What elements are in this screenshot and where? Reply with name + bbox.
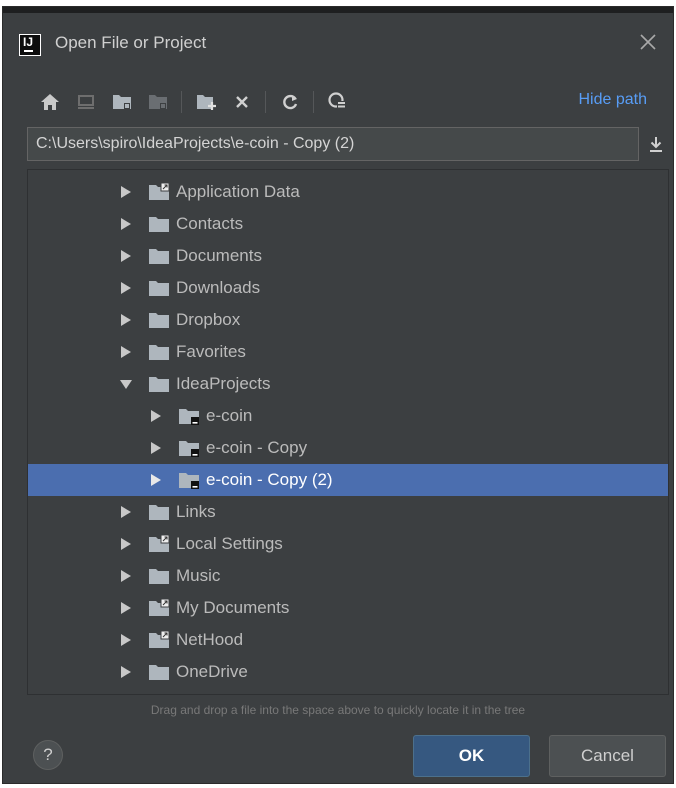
- dialog-title: Open File or Project: [55, 33, 207, 52]
- project-directory-button[interactable]: [109, 89, 135, 115]
- show-hidden-icon: [328, 92, 346, 110]
- chevron-right-icon[interactable]: [120, 570, 132, 582]
- tree-item-label: Local Settings: [176, 534, 283, 553]
- toolbar-separator: [181, 91, 182, 113]
- project-folder-icon: [179, 441, 199, 457]
- help-button[interactable]: ?: [33, 740, 63, 770]
- toolbar-separator: [313, 91, 314, 113]
- tree-row[interactable]: Documents: [28, 240, 668, 272]
- tree-row[interactable]: e-coin - Copy: [28, 432, 668, 464]
- chevron-right-icon[interactable]: [120, 282, 132, 294]
- tree-item-label: e-coin - Copy (2): [206, 470, 333, 489]
- tree-item-label: e-coin - Copy: [206, 438, 308, 457]
- chevron-right-icon[interactable]: [120, 250, 132, 262]
- tree-row[interactable]: Links: [28, 496, 668, 528]
- project-folder-icon: [179, 409, 199, 425]
- tree-item-label: Downloads: [176, 278, 261, 297]
- tree-item-label: NetHood: [176, 630, 244, 649]
- chevron-right-icon[interactable]: [150, 410, 162, 422]
- chevron-right-icon[interactable]: [120, 314, 132, 326]
- close-icon: [640, 34, 656, 50]
- new-folder-button[interactable]: [193, 89, 219, 115]
- tree-row[interactable]: Dropbox: [28, 304, 668, 336]
- delete-button[interactable]: [229, 89, 255, 115]
- delete-icon: [236, 96, 248, 108]
- folder-icon: [149, 665, 169, 680]
- chevron-right-icon[interactable]: [120, 186, 132, 198]
- folder-icon: [149, 377, 169, 392]
- chevron-right-icon[interactable]: [120, 602, 132, 614]
- cancel-button[interactable]: Cancel: [549, 735, 666, 777]
- chevron-right-icon[interactable]: [150, 474, 162, 486]
- tree-item-label: Contacts: [176, 214, 244, 233]
- chevron-right-icon[interactable]: [120, 538, 132, 550]
- tree-item-label: e-coin: [206, 406, 253, 425]
- folder-icon: [149, 505, 169, 520]
- chevron-right-icon[interactable]: [150, 442, 162, 454]
- tree-row[interactable]: Downloads: [28, 272, 668, 304]
- tree-item-label: Links: [176, 502, 216, 521]
- tree-item-label: Music: [176, 566, 221, 585]
- desktop-button[interactable]: [73, 89, 99, 115]
- hide-path-link[interactable]: Hide path: [579, 91, 648, 109]
- tree-item-label: IdeaProjects: [176, 374, 271, 393]
- tree-row[interactable]: e-coin: [28, 400, 668, 432]
- folder-icon: [149, 249, 169, 264]
- folder-icon: [149, 345, 169, 360]
- title-bar: IJ Open File or Project: [3, 13, 673, 65]
- home-icon: [41, 94, 59, 110]
- shortcut-folder-icon: [149, 535, 170, 552]
- tree-row[interactable]: IdeaProjects: [28, 368, 668, 400]
- refresh-icon: [283, 94, 298, 110]
- tree-item-label: Favorites: [176, 342, 246, 361]
- project-folder-icon: [113, 95, 131, 109]
- tree-row[interactable]: Local Settings: [28, 528, 668, 560]
- tree-hint: Drag and drop a file into the space abov…: [150, 703, 526, 717]
- file-tree[interactable]: OneDrive NetHood My Documents Music Local Se…: [27, 169, 669, 695]
- tree-item-label: Application Data: [176, 182, 300, 201]
- folder-icon: [149, 569, 169, 584]
- shortcut-folder-icon: [149, 183, 170, 200]
- tree-row[interactable]: e-coin - Copy (2): [28, 464, 668, 496]
- chevron-down-icon[interactable]: [120, 378, 132, 390]
- shortcut-folder-icon: [149, 599, 170, 616]
- tree-row[interactable]: Application Data: [28, 176, 668, 208]
- open-file-dialog: IJ Open File or Project Hide path C:\Use…: [2, 6, 674, 784]
- chevron-right-icon[interactable]: [120, 634, 132, 646]
- chevron-right-icon[interactable]: [120, 506, 132, 518]
- chevron-right-icon[interactable]: [120, 666, 132, 678]
- download-icon: [650, 137, 662, 152]
- toolbar: Hide path: [33, 85, 653, 119]
- download-button[interactable]: [643, 131, 669, 157]
- chevron-right-icon[interactable]: [120, 218, 132, 230]
- folder-icon: [149, 281, 169, 296]
- folder-icon: [149, 313, 169, 328]
- tree-item-label: Documents: [176, 246, 262, 265]
- close-button[interactable]: [637, 31, 659, 53]
- new-folder-icon: [197, 95, 216, 110]
- tree-row[interactable]: NetHood: [28, 624, 668, 656]
- tree-row[interactable]: Contacts: [28, 208, 668, 240]
- tree-row[interactable]: Music: [28, 560, 668, 592]
- shortcut-folder-icon: [149, 631, 170, 648]
- show-hidden-files-button[interactable]: [325, 89, 351, 115]
- tree-row[interactable]: Favorites: [28, 336, 668, 368]
- path-input[interactable]: C:\Users\spiro\IdeaProjects\e-coin - Cop…: [27, 127, 639, 161]
- tree-item-label: OneDrive: [176, 662, 248, 681]
- tree-item-label: My Documents: [176, 598, 290, 617]
- refresh-button[interactable]: [277, 89, 303, 115]
- tree-row[interactable]: My Documents: [28, 592, 668, 624]
- tree-item-label: Dropbox: [176, 310, 241, 329]
- module-folder-icon: [149, 95, 167, 109]
- home-button[interactable]: [37, 89, 63, 115]
- module-directory-button[interactable]: [145, 89, 171, 115]
- tree-row[interactable]: OneDrive: [28, 656, 668, 688]
- project-folder-icon: [179, 473, 199, 489]
- ok-button[interactable]: OK: [413, 735, 530, 777]
- folder-icon: [149, 217, 169, 232]
- toolbar-separator: [265, 91, 266, 113]
- chevron-right-icon[interactable]: [120, 346, 132, 358]
- desktop-icon: [78, 95, 94, 109]
- intellij-logo-icon: IJ: [19, 34, 41, 56]
